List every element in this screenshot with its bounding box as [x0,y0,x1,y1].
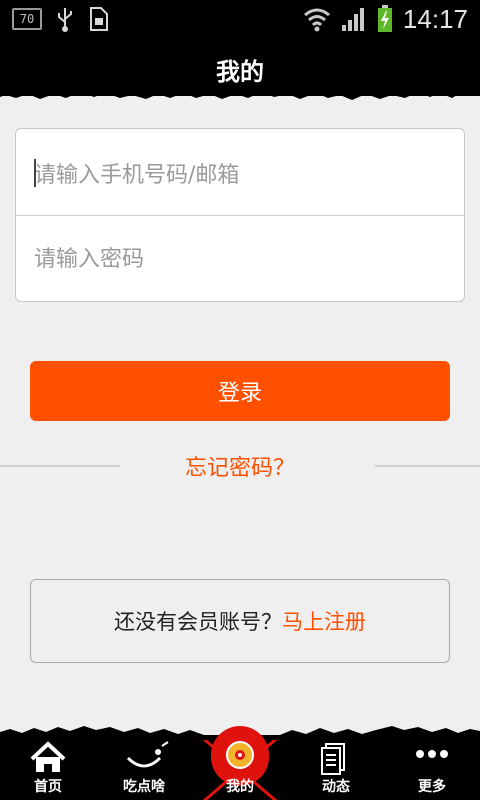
nav-more-label: 更多 [418,779,446,795]
form-divider [16,215,464,216]
right-divider-line [375,465,480,467]
more-dots-icon [416,750,448,758]
notification-badge: 70 [12,8,42,30]
text-caret [34,159,36,187]
status-right-icons: 14:17 [303,4,468,34]
header-torn-edge [0,86,480,100]
nav-more[interactable]: 更多 [384,740,480,800]
nav-mine[interactable]: 我的 [192,740,288,800]
nav-feed-label: 动态 [322,779,350,795]
home-icon [30,741,66,772]
register-prompt: 还没有会员账号？ [114,610,282,634]
password-input[interactable] [16,217,464,301]
sim-icon [90,7,108,31]
nav-home-label: 首页 [34,779,62,795]
nav-mine-label: 我的 [226,779,254,795]
usb-icon [58,8,72,32]
nav-eat-label: 吃点啥 [123,779,165,795]
forgot-password-link[interactable]: 忘记密码？ [120,450,360,482]
nav-eat[interactable]: 吃点啥 [96,740,192,800]
register-link[interactable]: 马上注册 [282,606,366,636]
left-divider-line [0,465,120,467]
register-box: 还没有会员账号？ 马上注册 [30,579,450,663]
disc-icon [226,741,254,769]
status-bar: 70 14:17 [0,0,480,38]
wifi-icon [303,8,330,32]
login-button[interactable]: 登录 [30,361,450,421]
account-input[interactable] [16,133,464,217]
clock: 14:17 [402,4,468,34]
nav-home[interactable]: 首页 [0,740,96,800]
page-title: 我的 [216,58,264,86]
document-icon [321,743,345,775]
nav-feed[interactable]: 动态 [288,740,384,800]
smile-face-icon [126,741,169,768]
status-left-icons: 70 [12,6,110,32]
battery-charging-icon [377,5,392,32]
signal-icon [341,8,364,31]
login-form-card [15,128,465,302]
